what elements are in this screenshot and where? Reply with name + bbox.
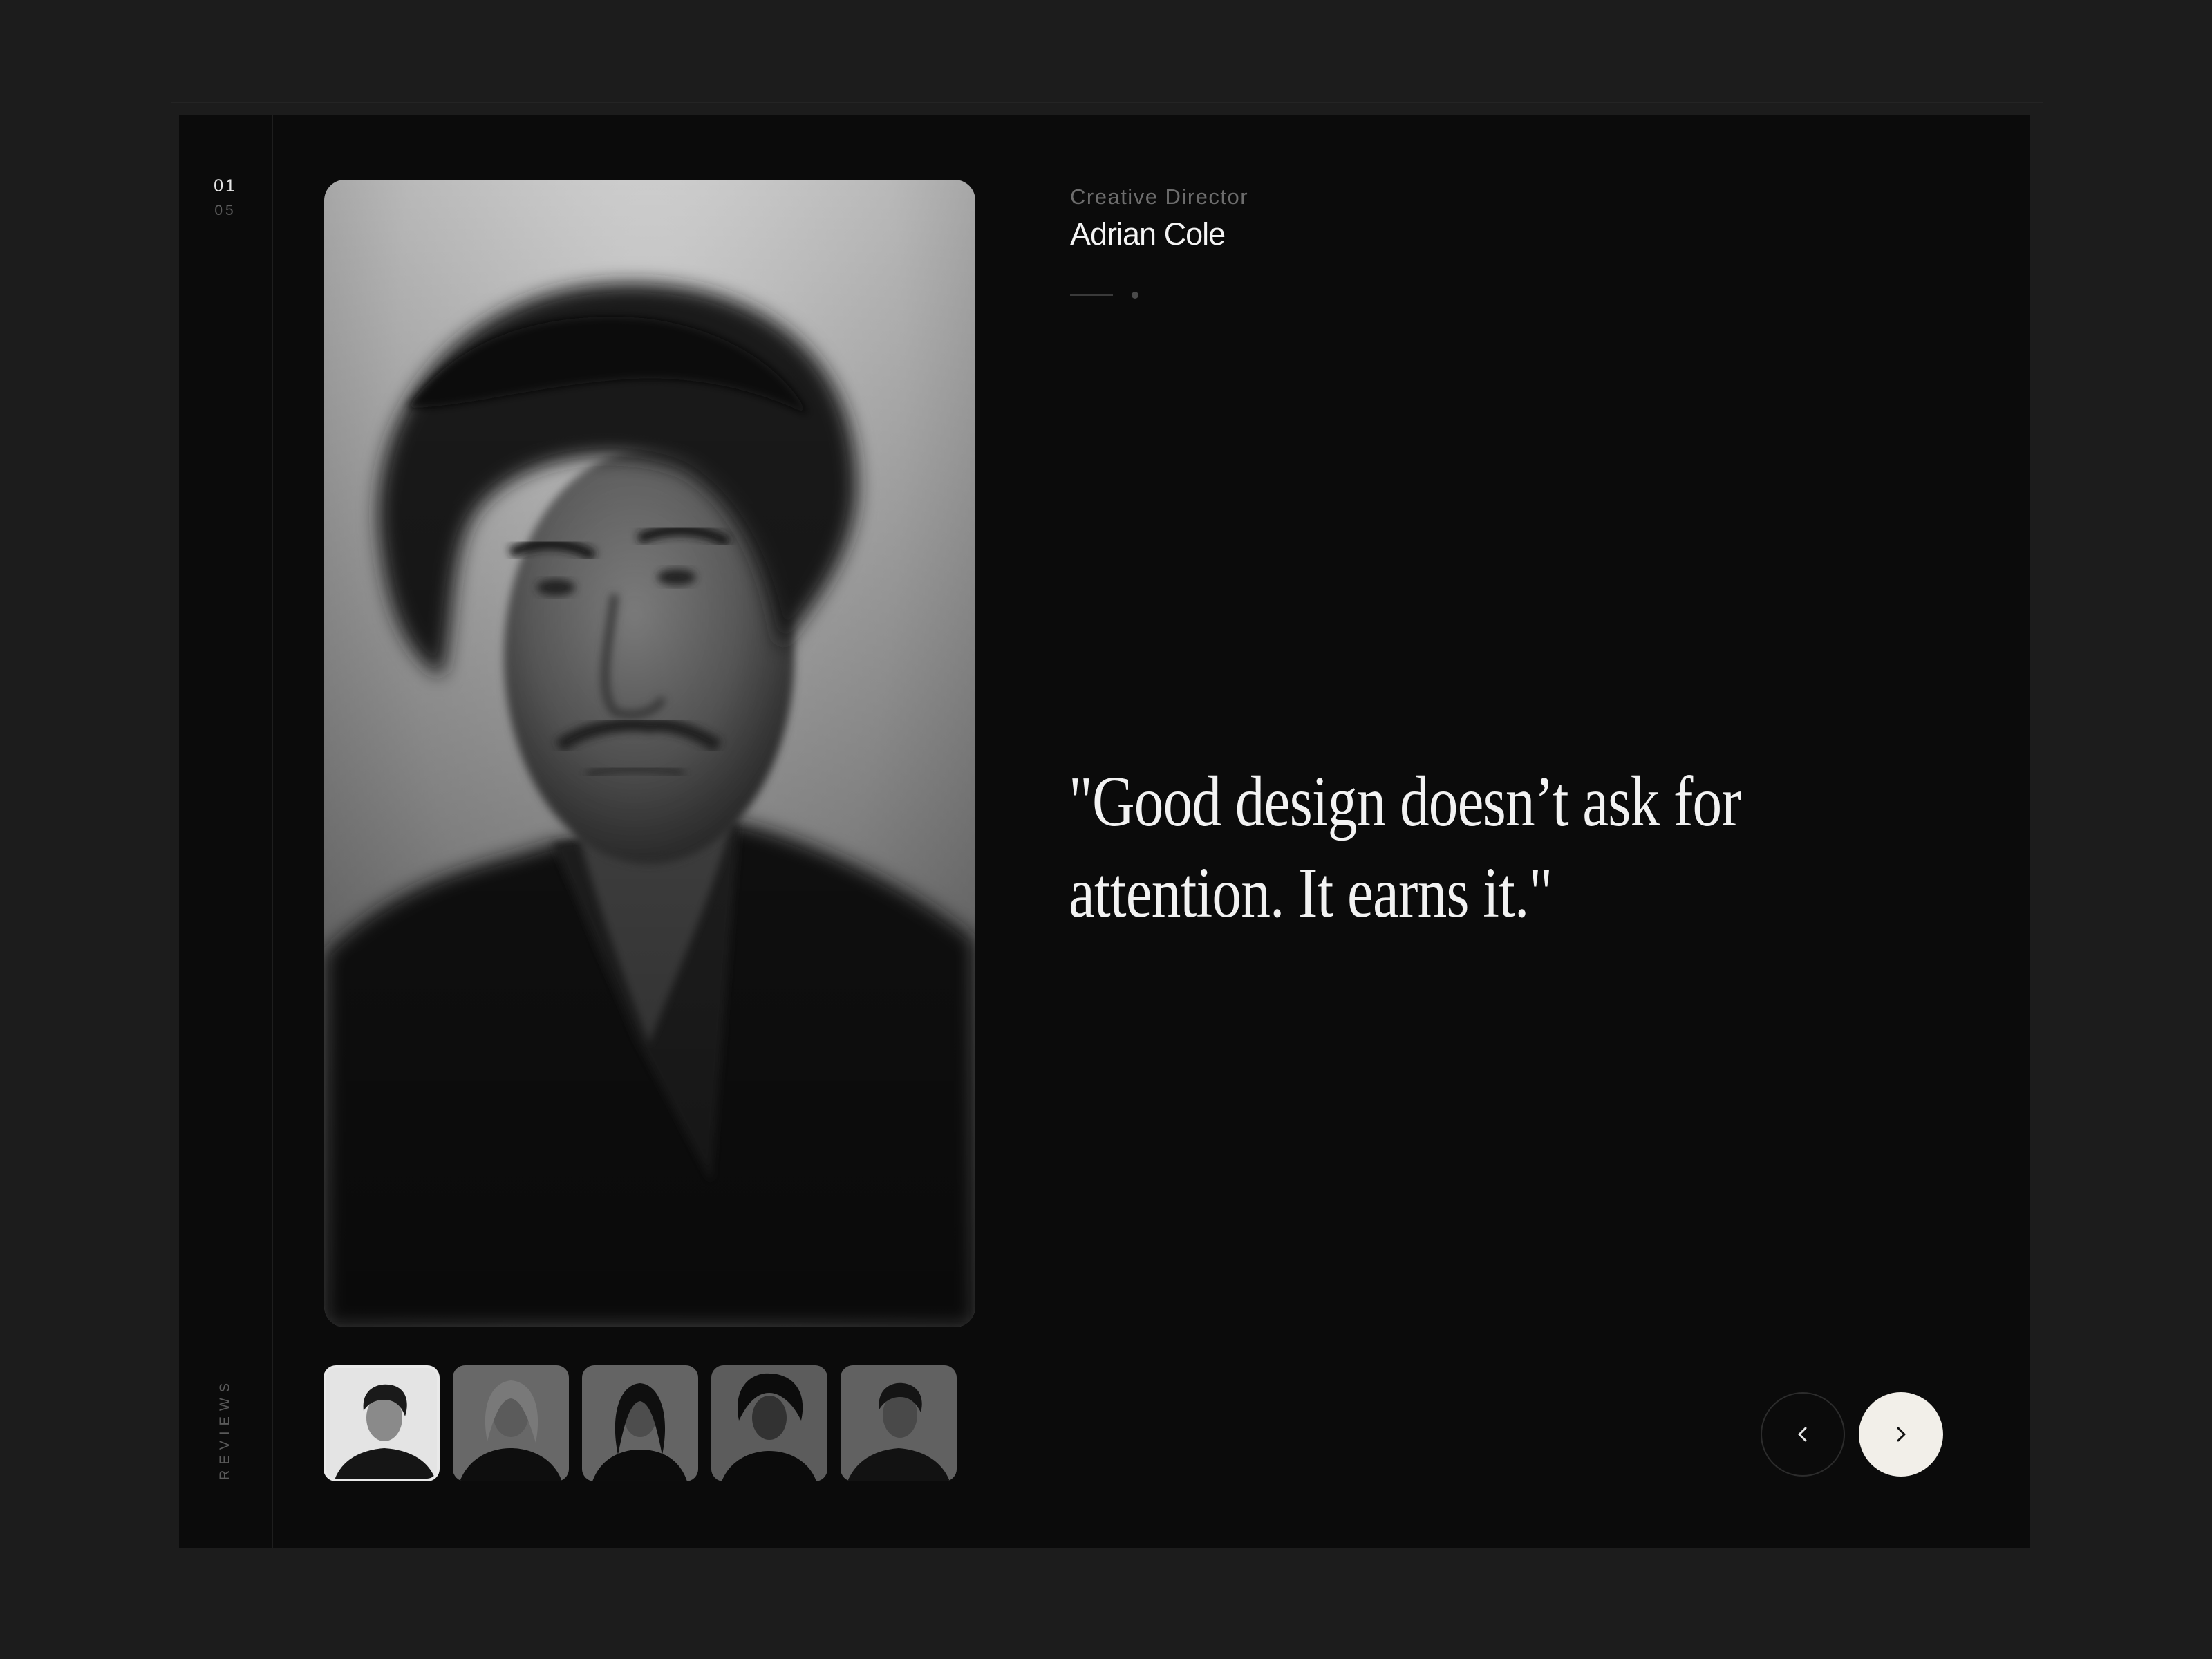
thumbnail-3[interactable] <box>582 1365 698 1481</box>
reviewer-name: Adrian Cole <box>1070 216 1226 252</box>
side-rail: 01 05 REVIEWS <box>179 115 273 1548</box>
thumbnail-4[interactable] <box>711 1365 827 1481</box>
chevron-left-icon <box>1798 1427 1807 1442</box>
testimonial-quote: "Good design doesn’t ask for attention. … <box>1069 762 1741 932</box>
thumbnail-2[interactable] <box>453 1365 569 1481</box>
section-label: REVIEWS <box>217 1377 233 1481</box>
main-portrait-photo <box>324 180 975 1327</box>
slide-counter-current: 01 <box>214 176 237 196</box>
next-button[interactable] <box>1859 1392 1943 1477</box>
slide-indicator-active <box>1070 294 1113 296</box>
slide-indicator-dot[interactable] <box>1132 292 1138 299</box>
chevron-right-icon <box>1897 1427 1906 1442</box>
testimonial-panel: 01 05 REVIEWS Creative Director Adrian C… <box>179 115 2030 1548</box>
top-divider <box>171 102 2043 103</box>
previous-button[interactable] <box>1761 1392 1845 1477</box>
reviewer-role: Creative Director <box>1070 185 1249 209</box>
thumbnail-5[interactable] <box>841 1365 957 1481</box>
slide-counter-total: 05 <box>214 203 236 218</box>
thumbnail-1[interactable] <box>324 1365 440 1481</box>
